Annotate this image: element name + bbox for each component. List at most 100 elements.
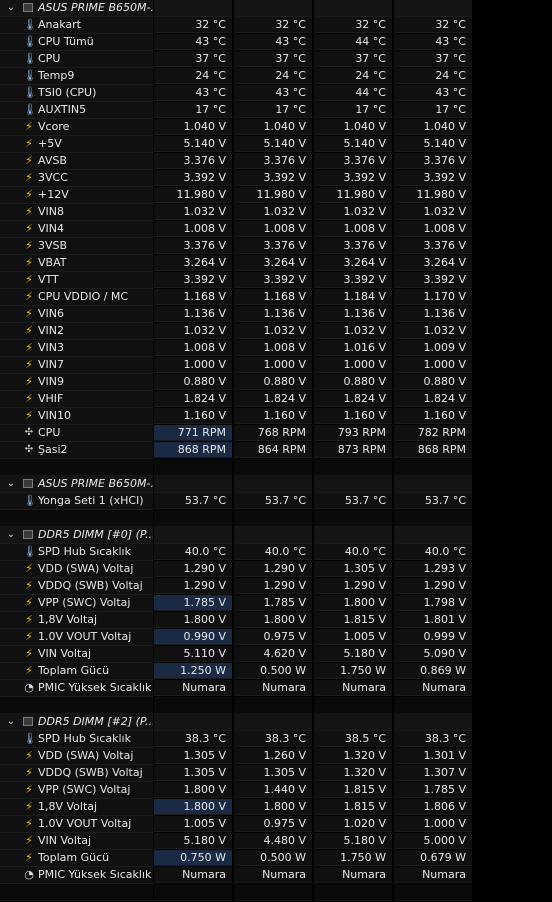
collapse-icon[interactable]: ⌄ <box>5 2 17 14</box>
sensor-name-cell[interactable]: 🌡 SPD Hub Sıcaklık <box>0 731 153 748</box>
sensor-row[interactable]: 🌡 Temp9 24 °C 24 °C 24 °C 24 °C <box>0 68 552 85</box>
sensor-name-cell[interactable]: ⚡ 1,8V Voltaj <box>0 799 153 816</box>
sensor-row[interactable]: ⚡ +12V 11.980 V 11.980 V 11.980 V 11.980 V <box>0 187 552 204</box>
sensor-name-cell[interactable]: ✣ Şasi2 <box>0 442 153 459</box>
sensor-name-cell[interactable]: ⚡ VPP (SWC) Voltaj <box>0 595 153 612</box>
sensor-row[interactable]: 🌡 TSI0 (CPU) 43 °C 43 °C 44 °C 43 °C <box>0 85 552 102</box>
sensor-name-cell[interactable]: 🌡 Yonga Seti 1 (xHCI) <box>0 493 153 510</box>
sensor-name-cell[interactable]: ⚡ VDD (SWA) Voltaj <box>0 561 153 578</box>
sensor-name-cell[interactable]: ⚡ VPP (SWC) Voltaj <box>0 782 153 799</box>
section-header[interactable]: ⌄ DDR5 DIMM [#2] (P... <box>0 714 552 731</box>
sensor-row[interactable]: ⚡ Vcore 1.040 V 1.040 V 1.040 V 1.040 V <box>0 119 552 136</box>
sensor-name-cell[interactable]: ⚡ CPU VDDIO / MC <box>0 289 153 306</box>
sensor-name-cell[interactable]: ✣ CPU <box>0 425 153 442</box>
sensor-row[interactable]: ⚡ VPP (SWC) Voltaj 1.785 V 1.785 V 1.800 V 1.… <box>0 595 552 612</box>
sensor-row[interactable]: ⚡ VIN8 1.032 V 1.032 V 1.032 V 1.032 V <box>0 204 552 221</box>
sensor-row[interactable]: 🌡 Yonga Seti 1 (xHCI) 53.7 °C 53.7 °C 53.7 °… <box>0 493 552 510</box>
sensor-name-cell[interactable]: ◔ PMIC Yüksek Sıcaklık <box>0 680 153 697</box>
sensor-row[interactable]: ⚡ Toplam Gücü 1.250 W 0.500 W 1.750 W 0.869 W <box>0 663 552 680</box>
sensor-row[interactable]: ⚡ 1,8V Voltaj 1.800 V 1.800 V 1.815 V 1.806 V <box>0 799 552 816</box>
sensor-row[interactable]: ⚡ VTT 3.392 V 3.392 V 3.392 V 3.392 V <box>0 272 552 289</box>
sensor-row[interactable]: ⚡ 1.0V VOUT Voltaj 1.005 V 0.975 V 1.020 V 1.… <box>0 816 552 833</box>
sensor-name-cell[interactable]: ⚡ VBAT <box>0 255 153 272</box>
section-title-cell[interactable]: ⌄ DDR5 DIMM [#0] (P... <box>0 527 153 544</box>
sensor-name-cell[interactable]: ⚡ VDDQ (SWB) Voltaj <box>0 578 153 595</box>
sensor-name-cell[interactable]: ◔ PMIC Yüksek Sıcaklık <box>0 867 153 884</box>
sensor-row[interactable]: ⚡ VIN6 1.136 V 1.136 V 1.136 V 1.136 V <box>0 306 552 323</box>
sensor-row[interactable]: ⚡ AVSB 3.376 V 3.376 V 3.376 V 3.376 V <box>0 153 552 170</box>
sensor-name-cell[interactable]: ⚡ VTT <box>0 272 153 289</box>
sensor-row[interactable]: ⚡ 1.0V VOUT Voltaj 0.990 V 0.975 V 1.005 V 0.… <box>0 629 552 646</box>
sensor-row[interactable]: ⚡ VBAT 3.264 V 3.264 V 3.264 V 3.264 V <box>0 255 552 272</box>
sensor-name-cell[interactable]: ⚡ 1.0V VOUT Voltaj <box>0 816 153 833</box>
sensor-row[interactable]: ⚡ VIN7 1.000 V 1.000 V 1.000 V 1.000 V <box>0 357 552 374</box>
sensor-row[interactable]: ⚡ VIN10 1.160 V 1.160 V 1.160 V 1.160 V <box>0 408 552 425</box>
sensor-name-cell[interactable]: ⚡ VIN8 <box>0 204 153 221</box>
sensor-row[interactable]: ⚡ VDD (SWA) Voltaj 1.305 V 1.260 V 1.320 V 1.… <box>0 748 552 765</box>
sensor-name-cell[interactable]: ⚡ +5V <box>0 136 153 153</box>
sensor-name-cell[interactable]: ⚡ 1.0V VOUT Voltaj <box>0 629 153 646</box>
sensor-name-cell[interactable]: 🌡 SPD Hub Sıcaklık <box>0 544 153 561</box>
sensor-row[interactable]: ⚡ VPP (SWC) Voltaj 1.800 V 1.440 V 1.815 V 1.… <box>0 782 552 799</box>
section-title-cell[interactable]: ⌄ ASUS PRIME B650M-... <box>0 476 153 493</box>
sensor-name-cell[interactable]: ⚡ VIN10 <box>0 408 153 425</box>
sensor-row[interactable]: ⚡ VDDQ (SWB) Voltaj 1.305 V 1.305 V 1.320 V1… <box>0 765 552 782</box>
collapse-icon[interactable]: ⌄ <box>5 716 17 728</box>
sensor-row[interactable]: 🌡 AUXTIN5 17 °C 17 °C 17 °C 17 °C <box>0 102 552 119</box>
section-title-cell[interactable]: ⌄ DDR5 DIMM [#2] (P... <box>0 714 153 731</box>
sensor-row[interactable]: ⚡ VHIF 1.824 V 1.824 V 1.824 V 1.824 V <box>0 391 552 408</box>
sensor-name-cell[interactable]: ⚡ VIN Voltaj <box>0 646 153 663</box>
sensor-name-cell[interactable]: ⚡ Toplam Gücü <box>0 850 153 867</box>
sensor-row[interactable]: 🌡 CPU Tümü 43 °C 43 °C 44 °C 43 °C <box>0 34 552 51</box>
sensor-name-cell[interactable]: ⚡ VIN Voltaj <box>0 833 153 850</box>
sensor-row[interactable]: ◔ PMIC Yüksek Sıcaklık Numara Numara Numara N… <box>0 680 552 697</box>
sensor-row[interactable]: ⚡ VDDQ (SWB) Voltaj 1.290 V 1.290 V 1.290 V1… <box>0 578 552 595</box>
sensor-row[interactable]: ⚡ Toplam Gücü 0.750 W 0.500 W 1.750 W 0.679 W <box>0 850 552 867</box>
sensor-row[interactable]: ⚡ VIN4 1.008 V 1.008 V 1.008 V 1.008 V <box>0 221 552 238</box>
sensor-name-cell[interactable]: ⚡ VIN7 <box>0 357 153 374</box>
sensor-row[interactable]: ⚡ 1,8V Voltaj 1.800 V 1.800 V 1.815 V 1.801 V <box>0 612 552 629</box>
sensor-row[interactable]: 🌡 SPD Hub Sıcaklık 40.0 °C 40.0 °C 40.0 °C 40… <box>0 544 552 561</box>
sensor-row[interactable]: ✣ Şasi2 868 RPM 864 RPM 873 RPM 868 RPM <box>0 442 552 459</box>
sensor-name-cell[interactable]: ⚡ VIN6 <box>0 306 153 323</box>
sensor-name-cell[interactable]: ⚡ VIN4 <box>0 221 153 238</box>
sensor-name-cell[interactable]: 🌡 Anakart <box>0 17 153 34</box>
sensor-row[interactable]: ⚡ VIN3 1.008 V 1.008 V 1.016 V 1.009 V <box>0 340 552 357</box>
sensor-row[interactable]: ⚡ 3VSB 3.376 V 3.376 V 3.376 V 3.376 V <box>0 238 552 255</box>
collapse-icon[interactable]: ⌄ <box>5 478 17 490</box>
sensor-row[interactable]: ⚡ CPU VDDIO / MC 1.168 V 1.168 V 1.184 V 1.17… <box>0 289 552 306</box>
section-header[interactable]: ⌄ ASUS PRIME B650M-... <box>0 476 552 493</box>
sensor-name-cell[interactable]: ⚡ VIN9 <box>0 374 153 391</box>
sensor-name-cell[interactable]: ⚡ AVSB <box>0 153 153 170</box>
sensor-row[interactable]: ⚡ VIN2 1.032 V 1.032 V 1.032 V 1.032 V <box>0 323 552 340</box>
sensor-name-cell[interactable]: 🌡 Temp9 <box>0 68 153 85</box>
sensor-row[interactable]: ⚡ VIN Voltaj 5.180 V 4.480 V 5.180 V 5.000 V <box>0 833 552 850</box>
sensor-name-cell[interactable]: ⚡ Toplam Gücü <box>0 663 153 680</box>
sensor-row[interactable]: ⚡ +5V 5.140 V 5.140 V 5.140 V 5.140 V <box>0 136 552 153</box>
sensor-name-cell[interactable]: ⚡ 3VCC <box>0 170 153 187</box>
sensor-name-cell[interactable]: 🌡 AUXTIN5 <box>0 102 153 119</box>
sensor-name-cell[interactable]: ⚡ 1,8V Voltaj <box>0 612 153 629</box>
sensor-name-cell[interactable]: ⚡ +12V <box>0 187 153 204</box>
sensor-row[interactable]: 🌡 SPD Hub Sıcaklık 38.3 °C 38.3 °C 38.5 °C 38… <box>0 731 552 748</box>
sensor-row[interactable]: ◔ PMIC Yüksek Sıcaklık Numara Numara Numara N… <box>0 867 552 884</box>
sensor-name-cell[interactable]: ⚡ VIN3 <box>0 340 153 357</box>
sensor-name-cell[interactable]: ⚡ VDD (SWA) Voltaj <box>0 748 153 765</box>
sensor-row[interactable]: ⚡ VIN Voltaj 5.110 V 4.620 V 5.180 V 5.090 V <box>0 646 552 663</box>
section-title-cell[interactable]: ⌄ ASUS PRIME B650M-... <box>0 0 153 17</box>
sensor-name-cell[interactable]: ⚡ Vcore <box>0 119 153 136</box>
collapse-icon[interactable]: ⌄ <box>5 529 17 541</box>
sensor-row[interactable]: ⚡ 3VCC 3.392 V 3.392 V 3.392 V 3.392 V <box>0 170 552 187</box>
sensor-name-cell[interactable]: 🌡 CPU Tümü <box>0 34 153 51</box>
sensor-row[interactable]: ⚡ VDD (SWA) Voltaj 1.290 V 1.290 V 1.305 V 1.… <box>0 561 552 578</box>
sensor-row[interactable]: 🌡 CPU 37 °C 37 °C 37 °C 37 °C <box>0 51 552 68</box>
section-header[interactable]: ⌄ DDR5 DIMM [#0] (P... <box>0 527 552 544</box>
sensor-name-cell[interactable]: ⚡ VDDQ (SWB) Voltaj <box>0 765 153 782</box>
sensor-row[interactable]: ✣ CPU 771 RPM 768 RPM 793 RPM 782 RPM <box>0 425 552 442</box>
sensor-name-cell[interactable]: ⚡ VHIF <box>0 391 153 408</box>
sensor-name-cell[interactable]: 🌡 CPU <box>0 51 153 68</box>
section-header[interactable]: ⌄ ASUS PRIME B650M-... <box>0 0 552 17</box>
sensor-row[interactable]: 🌡 Anakart 32 °C 32 °C 32 °C 32 °C <box>0 17 552 34</box>
sensor-name-cell[interactable]: ⚡ 3VSB <box>0 238 153 255</box>
sensor-name-cell[interactable]: ⚡ VIN2 <box>0 323 153 340</box>
